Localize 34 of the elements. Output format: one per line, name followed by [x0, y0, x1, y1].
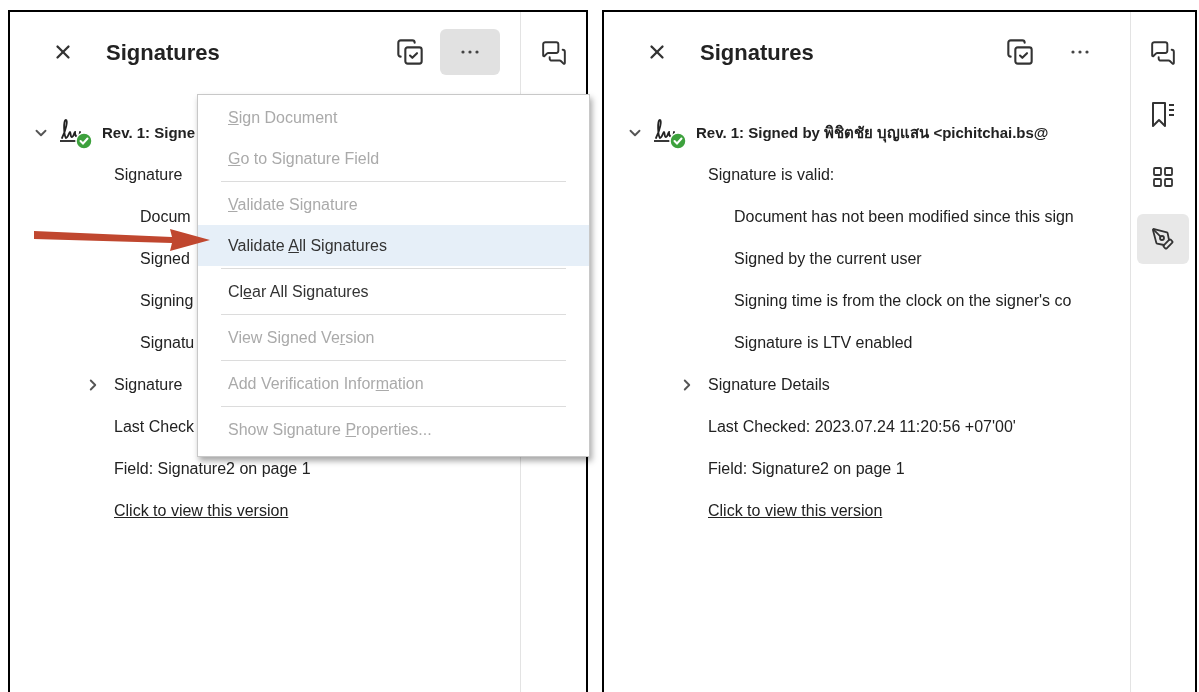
- menu-item[interactable]: Clear All Signatures: [198, 271, 589, 312]
- tree-item: Signatu: [140, 333, 195, 353]
- revision-title[interactable]: Rev. 1: Signe: [102, 121, 196, 145]
- view-version-link[interactable]: Click to view this version: [708, 499, 883, 523]
- tree-item: Field: Signature2 on page 1: [114, 459, 311, 479]
- panel-title: Signatures: [700, 38, 814, 67]
- grid-icon: [1151, 165, 1175, 189]
- panel-title: Signatures: [106, 38, 220, 67]
- tree-item: Signature: [114, 165, 183, 185]
- tree-item: Signature Details: [708, 375, 830, 395]
- tree-item: Docum: [140, 207, 191, 227]
- view-version-link[interactable]: Click to view this version: [114, 499, 289, 523]
- speech-bubbles-icon: [540, 40, 567, 66]
- pen-button[interactable]: [1137, 214, 1189, 264]
- tree-item: Field: Signature2 on page 1: [708, 459, 905, 479]
- pen-icon: [1151, 227, 1175, 251]
- stack-check-icon: [396, 38, 424, 66]
- speech-bubbles-icon: [1150, 40, 1176, 66]
- bookmark-icon: [1150, 101, 1176, 129]
- tree-item: Signing: [140, 291, 194, 311]
- tree-item: Signature: [114, 375, 183, 395]
- tree-item: Signed by the current user: [734, 249, 922, 269]
- tree-item: Last Checked: 2023.07.24 11:20:56 +07'00': [708, 417, 1016, 437]
- tree-item: Last Check: [114, 417, 195, 437]
- tree-item: Signed: [140, 249, 190, 269]
- more-icon: [1071, 50, 1089, 54]
- tree-item: Signature is LTV enabled: [734, 333, 913, 353]
- more-icon: [461, 50, 479, 54]
- tree-item: Signing time is from the clock on the signer's co: [734, 291, 1072, 311]
- tree-item: Document has not been modified since this sign: [734, 207, 1074, 227]
- stack-check-icon: [1006, 38, 1034, 66]
- revision-title[interactable]: Rev. 1: Signed by พิชิตชัย บุญแสน <pichitchai.bs@: [696, 121, 1049, 145]
- tree-item: Signature is valid:: [708, 165, 835, 185]
- menu-item[interactable]: Validate All Signatures: [198, 225, 589, 266]
